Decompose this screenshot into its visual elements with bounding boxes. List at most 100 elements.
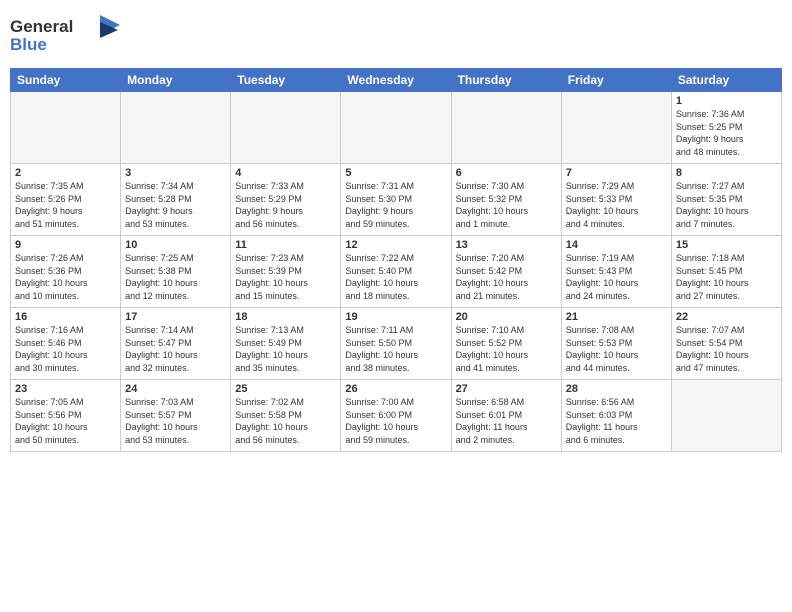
day-number: 5 bbox=[345, 167, 446, 179]
page: General Blue Sunday Monday Tuesday Wedne… bbox=[0, 0, 792, 612]
day-number: 11 bbox=[235, 239, 336, 251]
table-row: 20Sunrise: 7:10 AM Sunset: 5:52 PM Dayli… bbox=[451, 308, 561, 380]
day-info: Sunrise: 7:02 AM Sunset: 5:58 PM Dayligh… bbox=[235, 396, 336, 446]
day-info: Sunrise: 7:27 AM Sunset: 5:35 PM Dayligh… bbox=[676, 180, 777, 230]
table-row: 24Sunrise: 7:03 AM Sunset: 5:57 PM Dayli… bbox=[121, 380, 231, 452]
table-row: 1Sunrise: 7:36 AM Sunset: 5:25 PM Daylig… bbox=[671, 92, 781, 164]
calendar-week-row: 23Sunrise: 7:05 AM Sunset: 5:56 PM Dayli… bbox=[11, 380, 782, 452]
col-sunday: Sunday bbox=[11, 69, 121, 92]
day-info: Sunrise: 7:11 AM Sunset: 5:50 PM Dayligh… bbox=[345, 324, 446, 374]
day-number: 25 bbox=[235, 383, 336, 395]
table-row: 26Sunrise: 7:00 AM Sunset: 6:00 PM Dayli… bbox=[341, 380, 451, 452]
day-info: Sunrise: 7:26 AM Sunset: 5:36 PM Dayligh… bbox=[15, 252, 116, 302]
day-info: Sunrise: 7:20 AM Sunset: 5:42 PM Dayligh… bbox=[456, 252, 557, 302]
table-row bbox=[11, 92, 121, 164]
table-row bbox=[451, 92, 561, 164]
table-row: 11Sunrise: 7:23 AM Sunset: 5:39 PM Dayli… bbox=[231, 236, 341, 308]
day-number: 1 bbox=[676, 95, 777, 107]
day-number: 16 bbox=[15, 311, 116, 323]
table-row: 14Sunrise: 7:19 AM Sunset: 5:43 PM Dayli… bbox=[561, 236, 671, 308]
day-number: 3 bbox=[125, 167, 226, 179]
table-row bbox=[231, 92, 341, 164]
day-number: 24 bbox=[125, 383, 226, 395]
day-info: Sunrise: 6:56 AM Sunset: 6:03 PM Dayligh… bbox=[566, 396, 667, 446]
calendar-table: Sunday Monday Tuesday Wednesday Thursday… bbox=[10, 68, 782, 452]
calendar-week-row: 16Sunrise: 7:16 AM Sunset: 5:46 PM Dayli… bbox=[11, 308, 782, 380]
day-number: 7 bbox=[566, 167, 667, 179]
day-info: Sunrise: 7:16 AM Sunset: 5:46 PM Dayligh… bbox=[15, 324, 116, 374]
day-number: 18 bbox=[235, 311, 336, 323]
day-number: 21 bbox=[566, 311, 667, 323]
col-tuesday: Tuesday bbox=[231, 69, 341, 92]
table-row: 27Sunrise: 6:58 AM Sunset: 6:01 PM Dayli… bbox=[451, 380, 561, 452]
table-row: 16Sunrise: 7:16 AM Sunset: 5:46 PM Dayli… bbox=[11, 308, 121, 380]
day-number: 10 bbox=[125, 239, 226, 251]
day-number: 17 bbox=[125, 311, 226, 323]
table-row: 15Sunrise: 7:18 AM Sunset: 5:45 PM Dayli… bbox=[671, 236, 781, 308]
day-info: Sunrise: 7:07 AM Sunset: 5:54 PM Dayligh… bbox=[676, 324, 777, 374]
day-number: 2 bbox=[15, 167, 116, 179]
day-number: 4 bbox=[235, 167, 336, 179]
col-friday: Friday bbox=[561, 69, 671, 92]
logo: General Blue bbox=[10, 10, 120, 60]
table-row: 18Sunrise: 7:13 AM Sunset: 5:49 PM Dayli… bbox=[231, 308, 341, 380]
table-row: 25Sunrise: 7:02 AM Sunset: 5:58 PM Dayli… bbox=[231, 380, 341, 452]
table-row bbox=[561, 92, 671, 164]
table-row: 10Sunrise: 7:25 AM Sunset: 5:38 PM Dayli… bbox=[121, 236, 231, 308]
day-info: Sunrise: 7:23 AM Sunset: 5:39 PM Dayligh… bbox=[235, 252, 336, 302]
day-info: Sunrise: 7:29 AM Sunset: 5:33 PM Dayligh… bbox=[566, 180, 667, 230]
col-monday: Monday bbox=[121, 69, 231, 92]
table-row: 23Sunrise: 7:05 AM Sunset: 5:56 PM Dayli… bbox=[11, 380, 121, 452]
table-row: 7Sunrise: 7:29 AM Sunset: 5:33 PM Daylig… bbox=[561, 164, 671, 236]
logo-text: General Blue bbox=[10, 10, 120, 60]
day-number: 27 bbox=[456, 383, 557, 395]
table-row: 28Sunrise: 6:56 AM Sunset: 6:03 PM Dayli… bbox=[561, 380, 671, 452]
table-row: 8Sunrise: 7:27 AM Sunset: 5:35 PM Daylig… bbox=[671, 164, 781, 236]
day-info: Sunrise: 7:33 AM Sunset: 5:29 PM Dayligh… bbox=[235, 180, 336, 230]
day-number: 23 bbox=[15, 383, 116, 395]
day-info: Sunrise: 7:36 AM Sunset: 5:25 PM Dayligh… bbox=[676, 108, 777, 158]
day-info: Sunrise: 6:58 AM Sunset: 6:01 PM Dayligh… bbox=[456, 396, 557, 446]
day-info: Sunrise: 7:08 AM Sunset: 5:53 PM Dayligh… bbox=[566, 324, 667, 374]
day-info: Sunrise: 7:14 AM Sunset: 5:47 PM Dayligh… bbox=[125, 324, 226, 374]
table-row: 3Sunrise: 7:34 AM Sunset: 5:28 PM Daylig… bbox=[121, 164, 231, 236]
calendar-week-row: 1Sunrise: 7:36 AM Sunset: 5:25 PM Daylig… bbox=[11, 92, 782, 164]
day-number: 28 bbox=[566, 383, 667, 395]
calendar-week-row: 2Sunrise: 7:35 AM Sunset: 5:26 PM Daylig… bbox=[11, 164, 782, 236]
day-number: 19 bbox=[345, 311, 446, 323]
day-info: Sunrise: 7:10 AM Sunset: 5:52 PM Dayligh… bbox=[456, 324, 557, 374]
table-row: 22Sunrise: 7:07 AM Sunset: 5:54 PM Dayli… bbox=[671, 308, 781, 380]
table-row bbox=[121, 92, 231, 164]
svg-text:General: General bbox=[10, 17, 73, 36]
table-row: 2Sunrise: 7:35 AM Sunset: 5:26 PM Daylig… bbox=[11, 164, 121, 236]
day-info: Sunrise: 7:25 AM Sunset: 5:38 PM Dayligh… bbox=[125, 252, 226, 302]
col-saturday: Saturday bbox=[671, 69, 781, 92]
day-number: 20 bbox=[456, 311, 557, 323]
day-info: Sunrise: 7:18 AM Sunset: 5:45 PM Dayligh… bbox=[676, 252, 777, 302]
day-info: Sunrise: 7:22 AM Sunset: 5:40 PM Dayligh… bbox=[345, 252, 446, 302]
day-number: 8 bbox=[676, 167, 777, 179]
day-info: Sunrise: 7:00 AM Sunset: 6:00 PM Dayligh… bbox=[345, 396, 446, 446]
day-number: 14 bbox=[566, 239, 667, 251]
day-number: 9 bbox=[15, 239, 116, 251]
day-number: 22 bbox=[676, 311, 777, 323]
day-info: Sunrise: 7:19 AM Sunset: 5:43 PM Dayligh… bbox=[566, 252, 667, 302]
day-number: 12 bbox=[345, 239, 446, 251]
table-row: 17Sunrise: 7:14 AM Sunset: 5:47 PM Dayli… bbox=[121, 308, 231, 380]
day-number: 6 bbox=[456, 167, 557, 179]
table-row: 4Sunrise: 7:33 AM Sunset: 5:29 PM Daylig… bbox=[231, 164, 341, 236]
table-row: 9Sunrise: 7:26 AM Sunset: 5:36 PM Daylig… bbox=[11, 236, 121, 308]
day-number: 15 bbox=[676, 239, 777, 251]
day-number: 26 bbox=[345, 383, 446, 395]
table-row: 5Sunrise: 7:31 AM Sunset: 5:30 PM Daylig… bbox=[341, 164, 451, 236]
day-info: Sunrise: 7:31 AM Sunset: 5:30 PM Dayligh… bbox=[345, 180, 446, 230]
svg-text:Blue: Blue bbox=[10, 35, 47, 54]
table-row bbox=[671, 380, 781, 452]
day-info: Sunrise: 7:13 AM Sunset: 5:49 PM Dayligh… bbox=[235, 324, 336, 374]
table-row: 12Sunrise: 7:22 AM Sunset: 5:40 PM Dayli… bbox=[341, 236, 451, 308]
table-row: 21Sunrise: 7:08 AM Sunset: 5:53 PM Dayli… bbox=[561, 308, 671, 380]
calendar-week-row: 9Sunrise: 7:26 AM Sunset: 5:36 PM Daylig… bbox=[11, 236, 782, 308]
day-info: Sunrise: 7:30 AM Sunset: 5:32 PM Dayligh… bbox=[456, 180, 557, 230]
table-row: 13Sunrise: 7:20 AM Sunset: 5:42 PM Dayli… bbox=[451, 236, 561, 308]
table-row: 19Sunrise: 7:11 AM Sunset: 5:50 PM Dayli… bbox=[341, 308, 451, 380]
